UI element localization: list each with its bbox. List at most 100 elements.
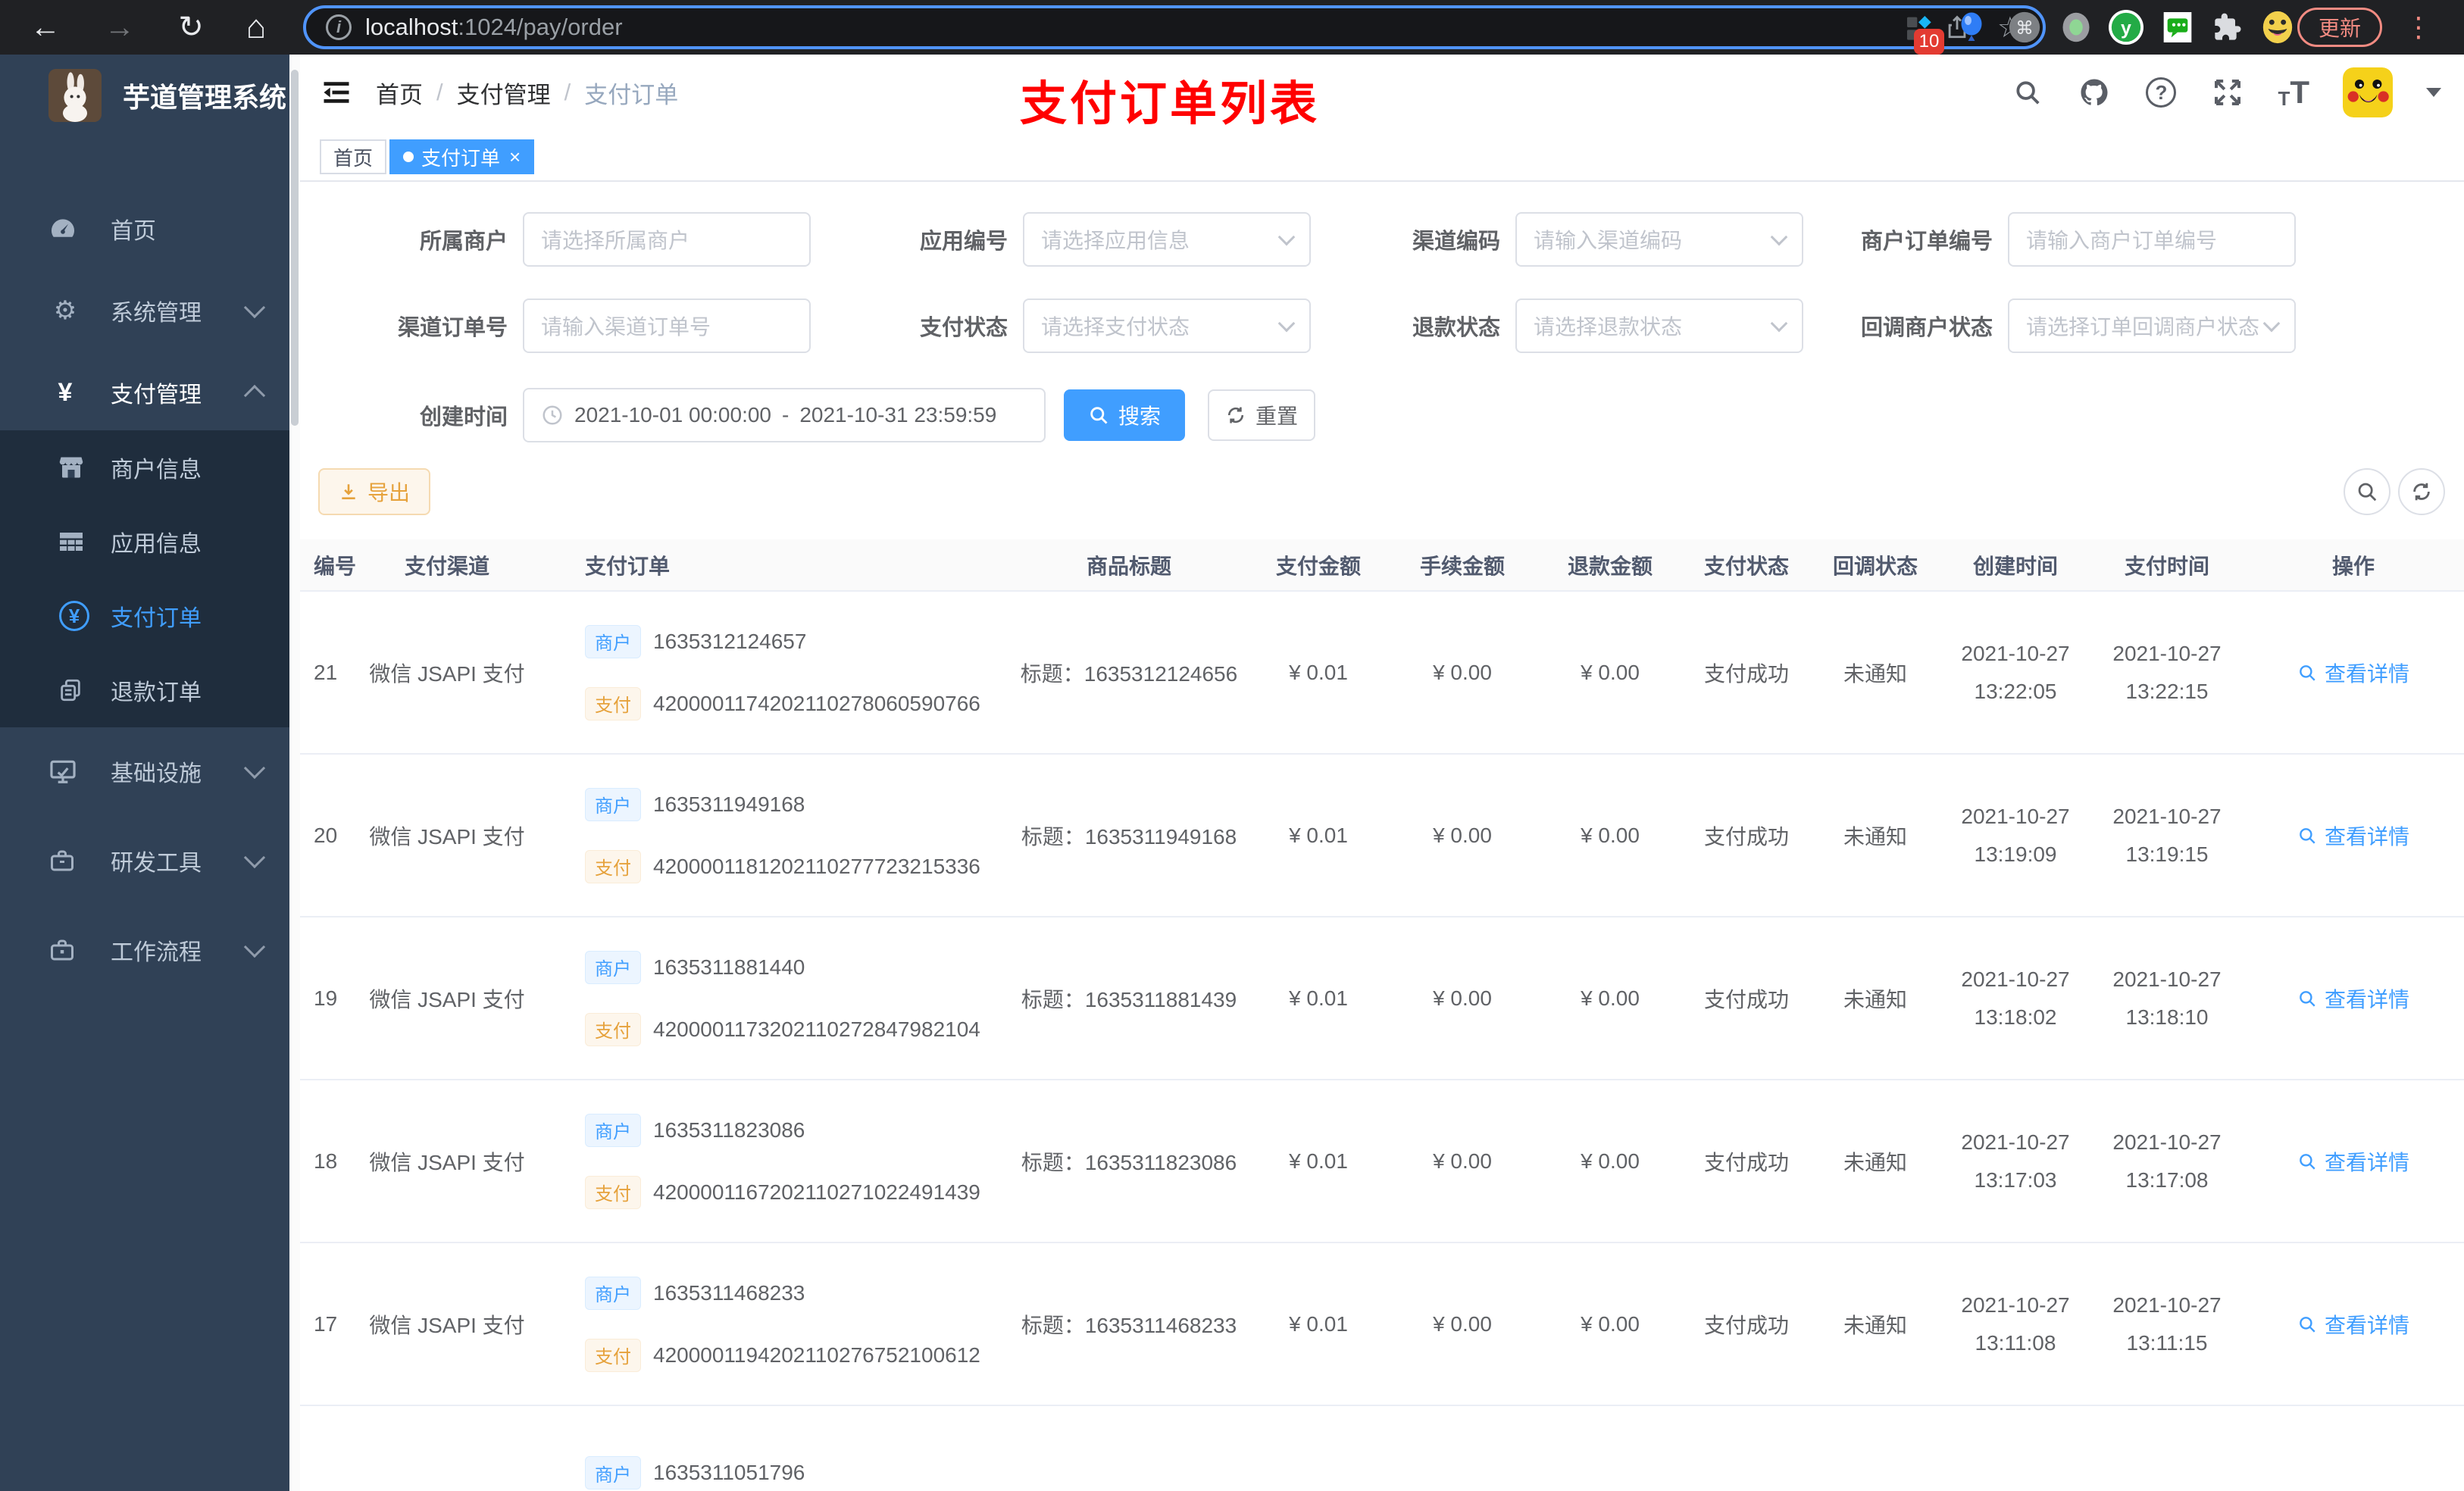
pay-status-select[interactable]: 请选择支付状态 bbox=[1023, 299, 1311, 353]
cell-fee: ¥ 0.00 bbox=[1387, 917, 1538, 1080]
browser-home-icon[interactable]: ⌂ bbox=[236, 8, 276, 47]
chat-extension-icon[interactable] bbox=[2159, 9, 2196, 45]
view-detail-link[interactable]: 查看详情 bbox=[2297, 1146, 2409, 1177]
chevron-down-icon bbox=[1277, 314, 1296, 333]
export-button[interactable]: 导出 bbox=[318, 468, 430, 515]
search-icon[interactable] bbox=[2011, 76, 2044, 109]
chevron-down-icon bbox=[243, 757, 266, 780]
placeholder: 请输入商户订单编号 bbox=[2026, 229, 2218, 252]
sidebar-item-system[interactable]: ⚙ 系统管理 bbox=[0, 273, 289, 349]
channel-order-input[interactable]: 请输入渠道订单号 bbox=[523, 299, 811, 353]
filter-label: 创建时间 bbox=[419, 405, 508, 430]
created-date: 2021-10-27 bbox=[1961, 804, 2070, 828]
paid-time: 13:11:15 bbox=[2126, 1330, 2208, 1355]
sidebar-logo[interactable]: 芋道管理系统 bbox=[0, 55, 289, 136]
cell-notify: 未通知 bbox=[1811, 591, 1940, 755]
scrollbar-thumb[interactable] bbox=[291, 70, 299, 426]
site-info-icon[interactable]: i bbox=[326, 14, 352, 40]
sidebar-item-app-info[interactable]: 应用信息 bbox=[0, 505, 289, 579]
app-select[interactable]: 请选择应用信息 bbox=[1023, 212, 1311, 267]
pay-order-no: 4200001174202110278060590766 bbox=[653, 691, 980, 715]
help-icon[interactable]: ? bbox=[2144, 76, 2178, 109]
sidebar-item-home[interactable]: 首页 bbox=[0, 191, 289, 267]
font-size-icon[interactable]: TT bbox=[2278, 74, 2309, 111]
filter-label: 支付状态 bbox=[919, 316, 1008, 340]
view-detail-link[interactable]: 查看详情 bbox=[2297, 658, 2409, 688]
dot-extension-icon[interactable] bbox=[2058, 9, 2094, 45]
paid-date: 2021-10-27 bbox=[2112, 804, 2222, 828]
chevron-down-icon bbox=[243, 296, 266, 319]
sidebar-item-infrastructure[interactable]: 基础设施 bbox=[0, 733, 289, 809]
table-grid-icon bbox=[58, 528, 91, 555]
command-extension-icon[interactable]: ⌘ bbox=[2006, 9, 2043, 45]
y-extension-icon[interactable]: y bbox=[2108, 9, 2144, 45]
cell-actions: 查看详情 bbox=[2243, 754, 2464, 917]
cell-created: 2021-10-27 13:11:08 bbox=[1940, 1242, 2091, 1406]
cell-refund: ¥ 0.00 bbox=[1538, 917, 1682, 1080]
refund-status-select[interactable]: 请选择退款状态 bbox=[1515, 299, 1803, 353]
merchant-order-input[interactable]: 请输入商户订单编号 bbox=[2008, 212, 2296, 267]
date-range-input[interactable]: 2021-10-01 00:00:00 - 2021-10-31 23:59:5… bbox=[523, 388, 1046, 442]
reset-button[interactable]: 重置 bbox=[1208, 389, 1315, 441]
created-time: 13:19:09 bbox=[1974, 842, 2057, 866]
sidebar-item-merchant-info[interactable]: 商户信息 bbox=[0, 430, 289, 505]
extension-badge: 10 bbox=[1914, 29, 1944, 55]
cell-status: 支付成功 bbox=[1682, 917, 1811, 1080]
merchant-tag: 商户 bbox=[585, 1276, 641, 1310]
sidebar-item-dev-tools[interactable]: 研发工具 bbox=[0, 823, 289, 899]
search-button[interactable]: 搜索 bbox=[1064, 389, 1185, 441]
cell-amount: ¥ 0.01 bbox=[1250, 1242, 1387, 1406]
toggle-search-button[interactable] bbox=[2344, 468, 2391, 515]
page-content: 所属商户 请选择所属商户 应用编号 请选择应用信息 渠道编码 请输入渠道编码 商… bbox=[300, 182, 2464, 1491]
navbar-actions: ? TT bbox=[2011, 55, 2441, 130]
avatar[interactable] bbox=[2343, 67, 2393, 117]
app-title: 芋道管理系统 bbox=[123, 82, 287, 113]
sidebar-item-pay-order[interactable]: ¥ 支付订单 bbox=[0, 579, 289, 653]
tab-pay-order[interactable]: 支付订单 × bbox=[389, 139, 535, 174]
cell-title: 标题：1635311881439 bbox=[1008, 917, 1250, 1080]
cell-actions: 查看详情 bbox=[2243, 917, 2464, 1080]
address-bar[interactable]: i localhost:1024/pay/order ☆ bbox=[303, 5, 2046, 49]
svg-text:⌘: ⌘ bbox=[2015, 18, 2034, 39]
sidebar-item-workflow[interactable]: 工作流程 bbox=[0, 912, 289, 988]
cell-notify: 未通知 bbox=[1811, 754, 1940, 917]
cell-pay-order: 商户 1635311949168 支付 42000011812021102777… bbox=[530, 754, 1008, 917]
cell-title: 标题：1635311468233 bbox=[1008, 1242, 1250, 1406]
merchant-tag: 商户 bbox=[585, 1113, 641, 1147]
notify-status-select[interactable]: 请选择订单回调商户状态 bbox=[2008, 299, 2296, 353]
tab-close-icon[interactable]: × bbox=[509, 145, 521, 169]
documents-icon bbox=[58, 677, 91, 703]
monitor-icon bbox=[48, 757, 82, 786]
view-detail-link[interactable]: 查看详情 bbox=[2297, 821, 2409, 851]
view-detail-link[interactable]: 查看详情 bbox=[2297, 1309, 2409, 1339]
browser-reload-icon[interactable]: ↻ bbox=[171, 8, 211, 47]
clock-icon bbox=[541, 404, 564, 427]
balloon-extension-icon[interactable] bbox=[1953, 9, 1990, 45]
refresh-button[interactable] bbox=[2398, 468, 2445, 515]
sidebar-scrollbar[interactable] bbox=[289, 55, 300, 1491]
pay-tag: 支付 bbox=[585, 849, 641, 883]
puzzle-extensions-icon[interactable] bbox=[2209, 9, 2246, 45]
browser-back-icon[interactable]: ← bbox=[26, 8, 65, 47]
breadcrumb-home[interactable]: 首页 bbox=[376, 76, 423, 110]
github-icon[interactable] bbox=[2078, 76, 2111, 109]
fullscreen-icon[interactable] bbox=[2211, 76, 2244, 109]
yen-icon: ¥ bbox=[58, 377, 73, 407]
tab-home[interactable]: 首页 bbox=[320, 139, 387, 174]
sidebar-item-payment[interactable]: ¥ 支付管理 bbox=[0, 355, 289, 430]
breadcrumb-payment[interactable]: 支付管理 bbox=[457, 76, 551, 110]
sidebar-item-refund-order[interactable]: 退款订单 bbox=[0, 653, 289, 727]
col-id: 编号 bbox=[300, 539, 364, 592]
avatar-caret-icon[interactable] bbox=[2426, 88, 2441, 97]
browser-forward-icon[interactable]: → bbox=[100, 8, 139, 47]
merchant-select[interactable]: 请选择所属商户 bbox=[523, 212, 811, 267]
channel-code-select[interactable]: 请输入渠道编码 bbox=[1515, 212, 1803, 267]
browser-update-button[interactable]: 更新 bbox=[2297, 8, 2382, 47]
col-channel: 支付渠道 bbox=[364, 539, 530, 592]
merchant-order-no: 1635311051796 bbox=[653, 1461, 805, 1484]
browser-menu-icon[interactable]: ⋮ bbox=[2403, 8, 2434, 47]
view-detail-link[interactable]: 查看详情 bbox=[2297, 983, 2409, 1014]
emoji-extension-icon[interactable] bbox=[2259, 9, 2296, 45]
grid-extension-icon[interactable]: 10 bbox=[1900, 9, 1944, 55]
sidebar-fold-icon[interactable] bbox=[320, 76, 353, 109]
